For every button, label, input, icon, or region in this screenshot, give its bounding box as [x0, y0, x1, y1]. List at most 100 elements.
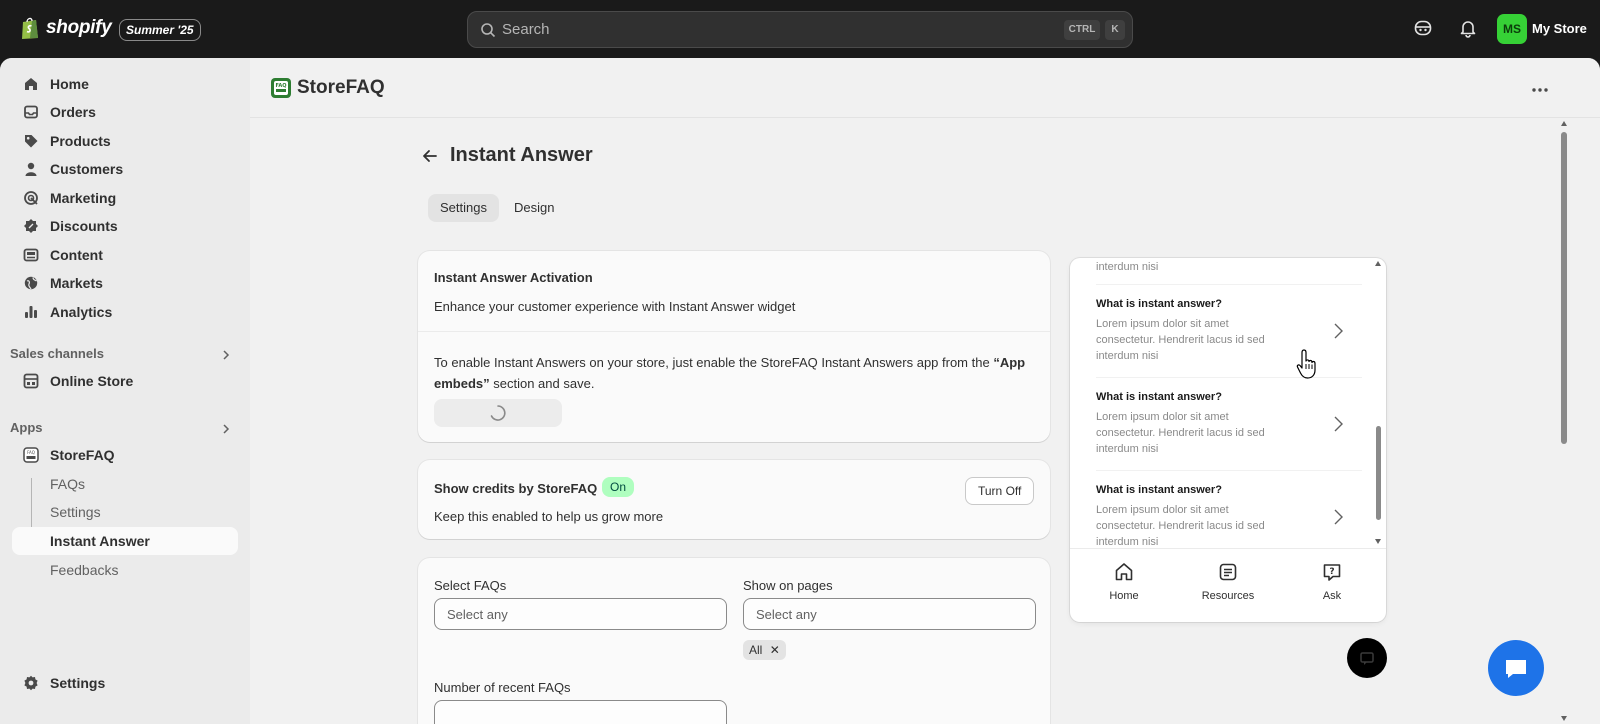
credits-title: Show credits by StoreFAQ	[434, 481, 598, 496]
sidebar-item-discounts[interactable]: Discounts	[12, 212, 238, 240]
page-chip: All ✕	[743, 640, 786, 660]
widget-tab-ask[interactable]: ? Ask	[1292, 561, 1372, 602]
sidebar-item-analytics[interactable]: Analytics	[12, 298, 238, 326]
document-icon	[1219, 563, 1237, 581]
instruction-text-end: section and save.	[489, 376, 595, 391]
storefront-icon	[23, 373, 39, 389]
sidebar-item-label: Settings	[50, 504, 101, 520]
apps-heading[interactable]: Apps	[10, 420, 43, 435]
edition-badge[interactable]: Summer '25	[119, 19, 201, 41]
field-placeholder: Select any	[447, 607, 508, 622]
widget-tab-resources[interactable]: Resources	[1188, 561, 1268, 602]
faq-divider	[1096, 377, 1362, 378]
status-badge: On	[602, 477, 635, 497]
sidebar-item-label: FAQs	[50, 476, 86, 492]
sidekick-icon[interactable]	[1413, 18, 1433, 38]
widget-tab-label: Home	[1109, 590, 1139, 602]
sidebar-item-customers[interactable]: Customers	[12, 155, 238, 183]
more-actions-icon[interactable]	[1530, 80, 1550, 100]
shopify-bag-icon	[22, 17, 38, 39]
store-name[interactable]: My Store	[1532, 21, 1587, 36]
sidebar-subitem-instant-answer[interactable]: Instant Answer	[12, 527, 238, 555]
sidebar-item-label: Marketing	[50, 190, 117, 206]
chevron-right-icon	[1334, 416, 1343, 432]
faq-launcher-icon	[1360, 652, 1374, 665]
faq-divider	[1096, 284, 1362, 285]
page-scrollbar-thumb[interactable]	[1561, 132, 1567, 444]
sidebar-item-label: Feedbacks	[50, 562, 119, 578]
app-header: FAQ StoreFAQ	[250, 58, 1600, 118]
sidebar-subitem-faqs[interactable]: FAQs	[12, 470, 238, 498]
chevron-right-icon[interactable]	[220, 423, 232, 435]
search-input[interactable]: Search CTRL K	[467, 11, 1133, 48]
sidebar-item-marketing[interactable]: Marketing	[12, 184, 238, 212]
preview-scrollbar-thumb[interactable]	[1376, 426, 1381, 520]
sidebar-item-label: Markets	[50, 275, 103, 291]
sidebar-item-settings[interactable]: Settings	[12, 669, 238, 697]
person-icon	[25, 162, 37, 176]
faq-question: What is instant answer?	[1096, 484, 1222, 496]
admin-shell: Home Orders Products Customers Marketing…	[0, 58, 1600, 724]
tab-settings[interactable]: Settings	[428, 194, 499, 222]
image-icon	[23, 248, 39, 262]
back-arrow-icon[interactable]	[420, 146, 440, 166]
remove-chip-icon[interactable]: ✕	[770, 643, 780, 657]
tab-design[interactable]: Design	[502, 194, 566, 222]
sidebar-item-online-store[interactable]: Online Store	[12, 367, 238, 395]
sidebar-item-label: Content	[50, 247, 103, 263]
faq-item[interactable]: What is instant answer? Lorem ipsum dolo…	[1096, 484, 1356, 548]
sidebar-item-label: Settings	[50, 675, 106, 691]
brand-name: shopify	[46, 17, 112, 38]
show-pages-field[interactable]: Select any	[743, 598, 1036, 630]
shopify-logo[interactable]: shopify	[20, 16, 112, 40]
field-placeholder: Select any	[756, 607, 817, 622]
sidebar-item-products[interactable]: Products	[12, 127, 238, 155]
sidebar-subitem-feedbacks[interactable]: Feedbacks	[12, 556, 238, 584]
widget-tab-home[interactable]: Home	[1084, 561, 1164, 602]
search-placeholder: Search	[502, 21, 550, 38]
globe-icon	[24, 276, 38, 290]
sidebar-subitem-settings[interactable]: Settings	[12, 498, 238, 526]
support-chat-button[interactable]	[1488, 640, 1544, 696]
widget-launcher-button[interactable]	[1347, 638, 1387, 678]
sidebar-item-label: Discounts	[50, 218, 118, 234]
activation-instructions: To enable Instant Answers on your store,…	[434, 352, 1034, 394]
bell-icon[interactable]	[1458, 18, 1478, 38]
select-faqs-field[interactable]: Select any	[434, 598, 727, 630]
home-icon	[25, 78, 37, 90]
storefaq-logo-icon: FAQ	[271, 78, 291, 98]
sidebar-item-markets[interactable]: Markets	[12, 269, 238, 297]
enable-app-button[interactable]	[434, 399, 562, 427]
turn-off-button[interactable]: Turn Off	[965, 477, 1035, 505]
faq-question: What is instant answer?	[1096, 298, 1222, 310]
sidebar-item-label: Orders	[50, 104, 96, 120]
sidebar-item-label: Home	[50, 76, 89, 92]
avatar[interactable]: MS	[1497, 14, 1527, 44]
activation-subtitle: Enhance your customer experience with In…	[434, 299, 796, 314]
recent-faqs-field[interactable]	[434, 700, 727, 724]
discount-icon	[24, 219, 38, 233]
faq-list[interactable]: interdum nisi What is instant answer? Lo…	[1070, 258, 1386, 548]
sales-channels-heading[interactable]: Sales channels	[10, 346, 104, 361]
sidebar-item-label: Products	[50, 133, 111, 149]
svg-text:FAQ: FAQ	[27, 450, 35, 455]
sidebar-item-content[interactable]: Content	[12, 241, 238, 269]
ask-question-icon: ?	[1323, 564, 1341, 581]
faq-answer: Lorem ipsum dolor sit amet consectetur. …	[1096, 318, 1265, 362]
target-icon	[24, 191, 38, 205]
faq-divider	[1096, 470, 1362, 471]
sidebar-item-orders[interactable]: Orders	[12, 98, 238, 126]
spinner-icon	[490, 405, 506, 421]
tag-icon	[25, 135, 38, 148]
sidebar-item-storefaq[interactable]: FAQ StoreFAQ	[12, 441, 238, 469]
faq-item[interactable]: What is instant answer? Lorem ipsum dolo…	[1096, 391, 1356, 457]
sidebar: Home Orders Products Customers Marketing…	[0, 58, 250, 724]
sidebar-item-home[interactable]: Home	[12, 70, 238, 98]
top-bar: shopify Summer '25 Search CTRL K MS My S…	[0, 0, 1600, 58]
recent-faqs-label: Number of recent FAQs	[434, 680, 571, 695]
select-faqs-label: Select FAQs	[434, 578, 507, 593]
chat-icon	[1506, 660, 1526, 678]
chevron-right-icon[interactable]	[220, 349, 232, 361]
main-content: FAQ StoreFAQ Instant Answer Settings Des…	[250, 58, 1600, 724]
svg-text:FAQ: FAQ	[276, 83, 287, 89]
